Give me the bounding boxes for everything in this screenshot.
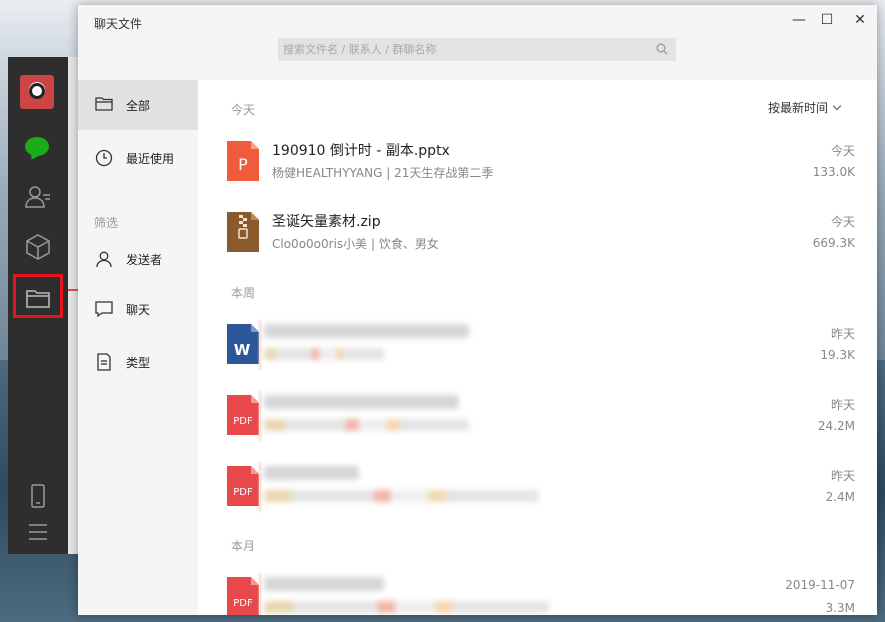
minimize-icon: —	[792, 12, 806, 28]
folder-icon	[95, 97, 113, 111]
document-icon	[97, 353, 111, 371]
menu-icon[interactable]	[24, 518, 52, 546]
pptx-file-icon: P	[227, 141, 259, 181]
sort-dropdown[interactable]: 按最新时间	[768, 99, 842, 116]
pdf-icon-label: PDF	[233, 416, 253, 427]
nav-recent[interactable]: 最近使用	[78, 133, 198, 183]
box-icon[interactable]	[24, 233, 52, 261]
nav-sender-label: 发送者	[126, 253, 163, 267]
group-label-month: 本月	[231, 539, 256, 553]
blurred-file-source	[264, 490, 539, 502]
file-date: 昨天	[830, 469, 855, 483]
file-size: 669.3K	[812, 236, 855, 250]
nav-chat-label: 聊天	[126, 303, 151, 317]
pptx-icon-letter: P	[238, 155, 248, 174]
file-row[interactable]: 圣诞矢量素材.zip Clo0o0o0ris小美 | 饮食、男女 今天 669.…	[198, 208, 877, 279]
avatar[interactable]	[20, 75, 54, 109]
file-size: 2.4M	[825, 490, 855, 504]
group-label-today: 今天	[231, 103, 256, 117]
blur-divider	[259, 320, 261, 370]
file-source: 杨健HEALTHYYANG | 21天生存战第二季	[272, 166, 494, 180]
blurred-file-name	[264, 577, 384, 591]
nav-all[interactable]: 全部	[78, 80, 198, 130]
person-icon	[96, 251, 112, 268]
filter-sidebar: 全部 最近使用 筛选 发送者 聊天 类型	[78, 80, 198, 615]
nav-recent-label: 最近使用	[126, 152, 175, 166]
blurred-file-name	[264, 324, 469, 338]
search-input[interactable]	[278, 38, 676, 61]
word-file-icon: W	[227, 324, 259, 364]
file-row[interactable]: P 190910 倒计时 - 副本.pptx 杨健HEALTHYYANG | 2…	[198, 137, 877, 208]
file-size: 133.0K	[812, 165, 855, 179]
wechat-sidebar	[8, 57, 80, 554]
search-box	[278, 38, 676, 61]
blurred-file-name	[264, 395, 459, 409]
nav-type[interactable]: 类型	[78, 337, 198, 387]
file-date: 昨天	[830, 327, 855, 341]
maximize-icon: ☐	[820, 12, 834, 28]
file-date: 2019-11-07	[785, 578, 855, 592]
file-source: Clo0o0o0ris小美 | 饮食、男女	[272, 237, 439, 251]
file-size: 24.2M	[817, 419, 855, 433]
file-list: 今天 按最新时间 P 190910 倒计时 - 副本.pptx 杨健HEALTH…	[198, 80, 877, 615]
chevron-down-icon	[832, 101, 842, 111]
pdf-icon-label: PDF	[233, 487, 253, 498]
close-icon: ✕	[854, 12, 866, 28]
chat-icon[interactable]	[24, 134, 52, 162]
file-size: 19.3K	[820, 348, 855, 362]
nav-sender[interactable]: 发送者	[78, 234, 198, 284]
file-name: 190910 倒计时 - 副本.pptx	[272, 143, 450, 159]
chat-files-window: 聊天文件 — ☐ ✕ 全部 最近使用 筛选 发送者 聊天 类型	[78, 5, 877, 615]
title-bar: 聊天文件 — ☐ ✕	[78, 5, 877, 80]
file-date: 今天	[830, 215, 855, 229]
pdf-icon-label: PDF	[233, 598, 253, 609]
pdf-file-icon: PDF	[227, 395, 259, 435]
pdf-file-icon: PDF	[227, 577, 259, 615]
clock-icon	[95, 149, 113, 167]
blurred-file-name	[264, 466, 359, 480]
minimize-button[interactable]: —	[784, 9, 814, 31]
nav-all-label: 全部	[126, 99, 151, 113]
file-date: 昨天	[830, 398, 855, 412]
folder-icon[interactable]	[24, 285, 52, 313]
blur-divider	[259, 462, 261, 512]
file-row[interactable]: PDF 昨天 24.2M	[198, 391, 877, 462]
file-row[interactable]: PDF 昨天 2.4M	[198, 462, 877, 533]
file-name: 圣诞矢量素材.zip	[272, 214, 381, 230]
nav-type-label: 类型	[126, 356, 151, 370]
chat-bubble-icon	[95, 301, 113, 318]
blurred-file-source	[264, 348, 384, 360]
word-icon-letter: W	[234, 341, 251, 359]
phone-icon[interactable]	[24, 482, 52, 510]
group-label-week: 本周	[231, 286, 256, 300]
file-row[interactable]: W 昨天 19.3K	[198, 320, 877, 391]
file-date: 今天	[830, 144, 855, 158]
file-size: 3.3M	[825, 601, 855, 615]
search-icon[interactable]	[656, 43, 668, 55]
blur-divider	[259, 573, 261, 615]
filter-section-label: 筛选	[94, 216, 119, 230]
nav-chat[interactable]: 聊天	[78, 284, 198, 334]
window-title: 聊天文件	[94, 17, 143, 31]
close-button[interactable]: ✕	[845, 9, 875, 31]
blur-divider	[259, 391, 261, 441]
sort-label: 按最新时间	[768, 101, 829, 115]
blurred-file-source	[264, 419, 469, 431]
file-row[interactable]: PDF 2019-11-07 3.3M	[198, 573, 877, 615]
maximize-button[interactable]: ☐	[812, 9, 842, 31]
blurred-file-source	[264, 601, 549, 613]
contacts-icon[interactable]	[24, 183, 52, 211]
pdf-file-icon: PDF	[227, 466, 259, 506]
zip-file-icon	[227, 212, 259, 252]
